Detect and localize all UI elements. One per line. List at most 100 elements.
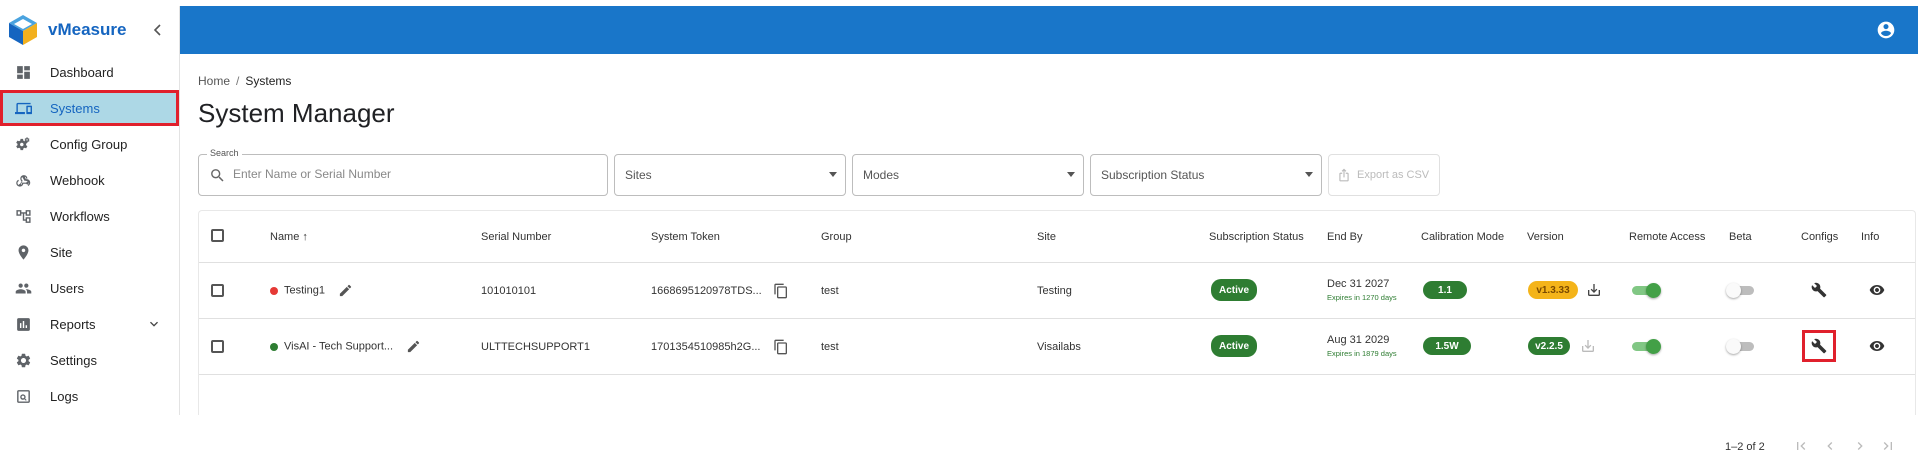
sites-select-value: Sites xyxy=(625,168,652,182)
search-label: Search xyxy=(207,148,242,158)
column-header-site[interactable]: Site xyxy=(1037,231,1056,243)
column-header-remote-access[interactable]: Remote Access xyxy=(1629,231,1705,243)
breadcrumb-current: Systems xyxy=(245,74,292,88)
column-header-beta[interactable]: Beta xyxy=(1729,231,1752,243)
sidebar-item-label: Settings xyxy=(50,352,97,368)
edit-pencil-icon[interactable] xyxy=(406,339,421,354)
eye-icon[interactable] xyxy=(1869,338,1885,354)
sidebar-item-label: Logs xyxy=(50,388,79,404)
sidebar-item-site[interactable]: Site xyxy=(0,234,179,270)
dashboard-icon xyxy=(14,63,32,81)
edit-pencil-icon[interactable] xyxy=(338,283,353,298)
main-content: Home / Systems System Manager Search Sites… xyxy=(180,54,1918,453)
next-page-icon[interactable] xyxy=(1852,438,1868,454)
site: Testing xyxy=(1037,285,1072,297)
wrench-icon[interactable] xyxy=(1811,282,1827,298)
collapse-sidebar-icon[interactable] xyxy=(150,22,166,38)
subscription-status-select-value: Subscription Status xyxy=(1101,168,1205,182)
top-app-bar xyxy=(180,6,1918,54)
sites-select[interactable]: Sites xyxy=(614,154,846,196)
devices-icon xyxy=(14,99,32,117)
remote-access-toggle[interactable] xyxy=(1630,283,1661,298)
system-name: Testing1 xyxy=(284,284,325,297)
column-header-configs: Configs xyxy=(1801,231,1839,243)
breadcrumb-home[interactable]: Home xyxy=(198,74,230,88)
search-field[interactable]: Search xyxy=(198,148,608,196)
export-icon xyxy=(1339,168,1349,182)
sidebar-item-logs[interactable]: Logs xyxy=(0,378,179,414)
pagination-range: 1–2 of 2 xyxy=(1725,441,1765,453)
status-dot xyxy=(270,342,278,351)
table-header: Name ↑ Serial Number System Token Group … xyxy=(199,211,1915,263)
sidebar-item-label: Config Group xyxy=(50,136,128,152)
sidebar-item-webhook[interactable]: Webhook xyxy=(0,162,179,198)
column-header-info: Info xyxy=(1861,231,1880,243)
export-csv-button[interactable]: Export as CSV xyxy=(1328,154,1440,196)
sidebar-item-workflows[interactable]: Workflows xyxy=(0,198,179,234)
previous-page-icon[interactable] xyxy=(1822,438,1838,454)
update-download-icon[interactable] xyxy=(1586,282,1602,298)
users-icon xyxy=(14,279,32,297)
modes-select[interactable]: Modes xyxy=(852,154,1084,196)
column-header-calibration[interactable]: Calibration Mode xyxy=(1421,231,1504,243)
end-by-value: Aug 31 2029 xyxy=(1327,334,1390,346)
system-token: 1668695120978TDS... xyxy=(651,285,762,297)
column-header-name[interactable]: Name ↑ xyxy=(270,231,308,243)
dropdown-arrow-icon xyxy=(1067,172,1075,177)
select-all-checkbox[interactable] xyxy=(211,229,224,242)
copy-icon[interactable] xyxy=(773,339,789,355)
wrench-icon[interactable] xyxy=(1811,338,1827,354)
column-header-subscription[interactable]: Subscription Status xyxy=(1209,231,1304,243)
table-row[interactable]: VisAI - Tech Support... ULTTECHSUPPORT1 … xyxy=(199,319,1915,375)
sidebar-item-systems[interactable]: Systems xyxy=(0,90,179,126)
search-input[interactable] xyxy=(233,167,533,181)
column-header-token[interactable]: System Token xyxy=(651,231,720,243)
sidebar-item-settings[interactable]: Settings xyxy=(0,342,179,378)
sidebar-item-label: Users xyxy=(50,280,84,296)
column-header-name-label: Name xyxy=(270,231,300,243)
toggle-knob xyxy=(1646,339,1661,354)
system-name: VisAI - Tech Support... xyxy=(284,340,394,353)
table-row[interactable]: Testing1 101010101 1668695120978TDS... t… xyxy=(199,263,1915,319)
column-header-serial[interactable]: Serial Number xyxy=(481,231,551,243)
sidebar-item-config-group[interactable]: Config Group xyxy=(0,126,179,162)
row-checkbox[interactable] xyxy=(211,340,224,353)
column-header-group[interactable]: Group xyxy=(821,231,852,243)
beta-toggle[interactable] xyxy=(1726,283,1756,298)
dropdown-arrow-icon xyxy=(1305,172,1313,177)
column-header-version[interactable]: Version xyxy=(1527,231,1564,243)
last-page-icon[interactable] xyxy=(1880,438,1896,454)
export-csv-label: Export as CSV xyxy=(1357,169,1430,181)
chevron-down-icon[interactable] xyxy=(146,316,162,332)
sort-arrow-up-icon: ↑ xyxy=(302,231,308,243)
sidebar-item-label: Workflows xyxy=(50,208,110,224)
brand: vMeasure xyxy=(0,6,179,54)
vmeasure-logo-icon xyxy=(8,14,38,46)
search-icon xyxy=(209,167,226,184)
eye-icon[interactable] xyxy=(1869,282,1885,298)
column-header-end-by[interactable]: End By xyxy=(1327,231,1362,243)
systems-table: Name ↑ Serial Number System Token Group … xyxy=(198,210,1916,415)
beta-toggle[interactable] xyxy=(1726,339,1756,354)
status-dot xyxy=(270,286,278,295)
gears-icon xyxy=(14,135,32,153)
site: Visailabs xyxy=(1037,341,1081,353)
sidebar-item-label: Dashboard xyxy=(50,64,114,80)
sidebar-item-users[interactable]: Users xyxy=(0,270,179,306)
breadcrumb: Home / Systems xyxy=(198,74,291,88)
system-name-cell: VisAI - Tech Support... xyxy=(270,339,421,354)
expires-note: Expires in 1879 days xyxy=(1327,349,1397,358)
first-page-icon[interactable] xyxy=(1793,438,1809,454)
remote-access-toggle[interactable] xyxy=(1630,339,1661,354)
row-checkbox[interactable] xyxy=(211,284,224,297)
sidebar-item-reports[interactable]: Reports xyxy=(0,306,179,342)
sidebar-item-dashboard[interactable]: Dashboard xyxy=(0,54,179,90)
subscription-status-chip: Active xyxy=(1211,279,1257,301)
version-chip: v2.2.5 xyxy=(1528,337,1570,355)
account-circle-icon[interactable] xyxy=(1876,20,1896,40)
sidebar-item-label: Reports xyxy=(50,316,96,332)
webhook-icon xyxy=(14,171,32,189)
update-download-icon xyxy=(1580,338,1596,354)
subscription-status-select[interactable]: Subscription Status xyxy=(1090,154,1322,196)
copy-icon[interactable] xyxy=(773,283,789,299)
